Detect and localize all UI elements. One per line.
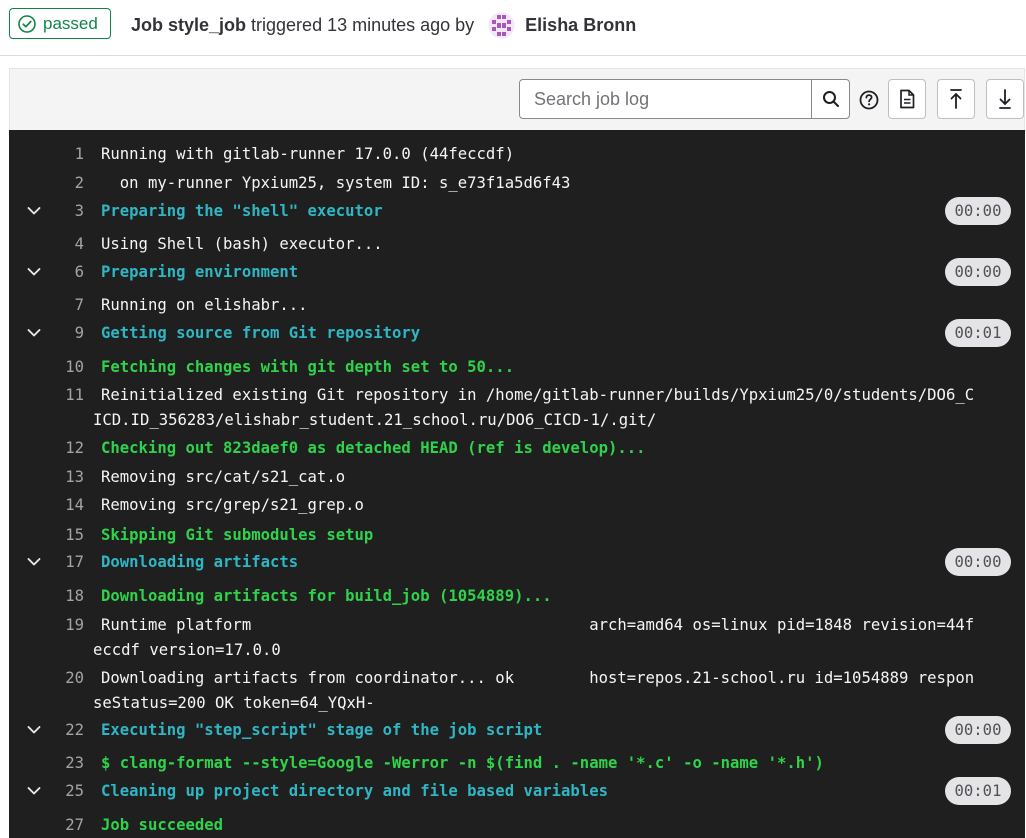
line-number[interactable]: 23 [49, 751, 84, 776]
log-text-wrapped: eccdf version=17.0.0 [93, 641, 281, 659]
log-text: Running with gitlab-runner 17.0.0 (44fec… [101, 145, 515, 163]
chevron-down-icon[interactable] [25, 263, 43, 281]
log-text: Running on elishabr... [101, 296, 308, 314]
line-number[interactable]: 25 [49, 779, 84, 804]
job-log-toolbar [9, 68, 1025, 130]
line-number[interactable]: 14 [49, 493, 84, 518]
check-circle-icon [18, 14, 36, 33]
log-text-wrapped: seStatus=200 OK token=64_YQxH- [93, 694, 375, 712]
line-number[interactable]: 9 [49, 321, 84, 346]
scroll-down-icon [999, 89, 1011, 109]
chevron-down-icon[interactable] [25, 782, 43, 800]
status-badge[interactable]: passed [9, 8, 111, 39]
chevron-down-icon[interactable] [25, 202, 43, 220]
section-duration-badge: 00:01 [945, 777, 1011, 805]
log-text: on my-runner Ypxium25, system ID: s_e73f… [101, 174, 571, 192]
line-number[interactable]: 20 [49, 666, 84, 691]
job-name: Job style_job [131, 15, 247, 35]
log-text: Cleaning up project directory and file b… [101, 782, 608, 800]
line-number[interactable]: 10 [49, 355, 84, 380]
line-number[interactable]: 17 [49, 550, 84, 575]
line-number[interactable]: 15 [49, 523, 84, 548]
scroll-to-top-button[interactable] [937, 79, 975, 119]
section-duration-badge: 00:00 [945, 258, 1011, 286]
search-icon [822, 91, 839, 107]
section-duration-badge: 00:00 [945, 197, 1011, 225]
section-duration-badge: 00:00 [945, 548, 1011, 576]
show-raw-button[interactable] [888, 79, 926, 119]
log-text: Removing src/grep/s21_grep.o [101, 496, 364, 514]
log-text: $ clang-format --style=Google -Werror -n… [101, 754, 824, 772]
chevron-down-icon[interactable] [25, 553, 43, 571]
trigger-text: triggered 13 minutes ago by [251, 15, 475, 35]
document-icon [900, 89, 915, 109]
log-text: Removing src/cat/s21_cat.o [101, 468, 346, 486]
log-text: Preparing the "shell" executor [101, 202, 383, 220]
help-button[interactable] [858, 89, 880, 111]
log-text: Getting source from Git repository [101, 324, 421, 342]
job-title: Job style_job triggered 13 minutes ago b… [131, 12, 636, 39]
line-number[interactable]: 11 [49, 383, 84, 408]
log-text: Checking out 823daef0 as detached HEAD (… [101, 439, 646, 457]
question-circle-icon [859, 90, 879, 110]
section-duration-badge: 00:01 [945, 319, 1011, 347]
line-number[interactable]: 1 [49, 142, 84, 167]
log-text: Downloading artifacts for build_job (105… [101, 587, 552, 605]
search-input[interactable] [519, 79, 812, 119]
log-text: Runtime platform arch=amd64 os=linux pid… [101, 616, 975, 634]
log-text: Using Shell (bash) executor... [101, 235, 383, 253]
log-text: Fetching changes with git depth set to 5… [101, 358, 515, 376]
log-text: Reinitialized existing Git repository in… [101, 386, 975, 404]
job-log: 1 Running with gitlab-runner 17.0.0 (44fe… [9, 130, 1025, 838]
scroll-to-bottom-button[interactable] [986, 79, 1024, 119]
line-number[interactable]: 19 [49, 613, 84, 638]
section-duration-badge: 00:00 [945, 716, 1011, 744]
search-button[interactable] [811, 79, 850, 119]
log-text: Preparing environment [101, 263, 299, 281]
line-number[interactable]: 2 [49, 171, 84, 196]
job-header: passed Job style_job triggered 13 minute… [0, 0, 1026, 56]
chevron-down-icon[interactable] [25, 721, 43, 739]
avatar[interactable] [488, 12, 515, 39]
line-number[interactable]: 18 [49, 584, 84, 609]
log-text: Downloading artifacts [101, 553, 299, 571]
line-number[interactable]: 13 [49, 465, 84, 490]
log-text: Skipping Git submodules setup [101, 526, 374, 544]
line-number[interactable]: 3 [49, 199, 84, 224]
line-number[interactable]: 12 [49, 436, 84, 461]
line-number[interactable]: 27 [49, 813, 84, 838]
log-text: Executing "step_script" stage of the job… [101, 721, 543, 739]
log-text: Job succeeded [101, 816, 224, 834]
log-text: Downloading artifacts from coordinator..… [101, 669, 975, 687]
author-name[interactable]: Elisha Bronn [525, 15, 636, 36]
scroll-up-icon [950, 89, 962, 109]
status-label: passed [43, 13, 98, 33]
line-number[interactable]: 4 [49, 232, 84, 257]
chevron-down-icon[interactable] [25, 324, 43, 342]
log-text-wrapped: ICD.ID_356283/elishabr_student.21_school… [93, 411, 657, 429]
line-number[interactable]: 7 [49, 293, 84, 318]
line-number[interactable]: 6 [49, 260, 84, 285]
line-number[interactable]: 22 [49, 718, 84, 743]
